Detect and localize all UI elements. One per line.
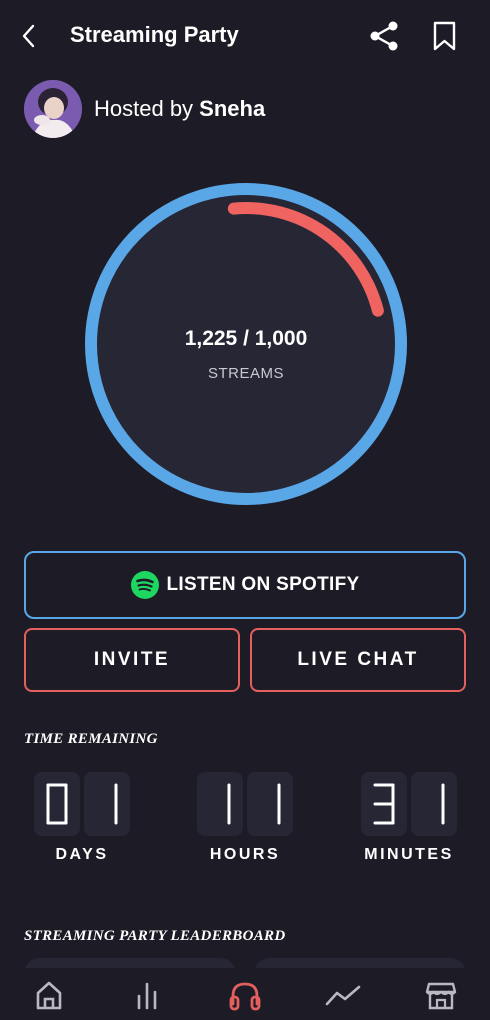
invite-button[interactable]: INVITE xyxy=(24,628,240,692)
page-title: Streaming Party xyxy=(70,22,239,47)
store-icon[interactable] xyxy=(421,978,461,1012)
host-avatar[interactable] xyxy=(24,80,82,138)
digit-glyph xyxy=(441,783,445,825)
top-bar: Streaming Party xyxy=(0,0,490,72)
digit-glyph xyxy=(373,783,395,825)
share-icon[interactable] xyxy=(368,20,402,52)
hours-label: HOURS xyxy=(209,846,281,863)
days-digit-1 xyxy=(34,772,80,836)
leaderboard-title: STREAMING PARTY LEADERBOARD xyxy=(24,928,286,944)
spotify-icon xyxy=(131,571,160,599)
headphones-icon[interactable] xyxy=(225,978,265,1012)
hours-digit-1 xyxy=(197,772,243,836)
digit-glyph xyxy=(114,783,118,825)
stream-count: 1,225 / 1,000 xyxy=(184,327,308,350)
days-label: DAYS xyxy=(55,846,109,863)
home-icon[interactable] xyxy=(29,978,69,1012)
stream-count-label: STREAMS xyxy=(207,365,284,382)
stream-progress-ring: 1,225 / 1,000 STREAMS xyxy=(85,183,407,505)
minutes-label: MINUTES xyxy=(364,846,454,863)
back-chevron-icon[interactable] xyxy=(18,22,44,50)
listen-on-spotify-button[interactable]: LISTEN ON SPOTIFY xyxy=(24,551,466,619)
minutes-digit-2 xyxy=(411,772,457,836)
time-remaining-title: TIME REMAINING xyxy=(24,731,158,747)
digit-glyph xyxy=(46,783,68,825)
digit-glyph xyxy=(277,783,281,825)
bookmark-icon[interactable] xyxy=(430,20,460,52)
host-prefix: Hosted by xyxy=(94,96,200,121)
minutes-digit-1 xyxy=(361,772,407,836)
host-row: Hosted by Sneha xyxy=(24,80,464,140)
days-digit-2 xyxy=(84,772,130,836)
host-text: Hosted by Sneha xyxy=(94,96,265,122)
hours-digit-2 xyxy=(247,772,293,836)
host-name[interactable]: Sneha xyxy=(199,96,265,121)
bottom-navigation xyxy=(0,968,490,1020)
digit-glyph xyxy=(227,783,231,825)
trend-line-icon[interactable] xyxy=(323,978,363,1012)
live-chat-button[interactable]: LIVE CHAT xyxy=(250,628,466,692)
spotify-button-label: LISTEN ON SPOTIFY xyxy=(166,574,360,595)
chart-bars-icon[interactable] xyxy=(127,978,167,1012)
